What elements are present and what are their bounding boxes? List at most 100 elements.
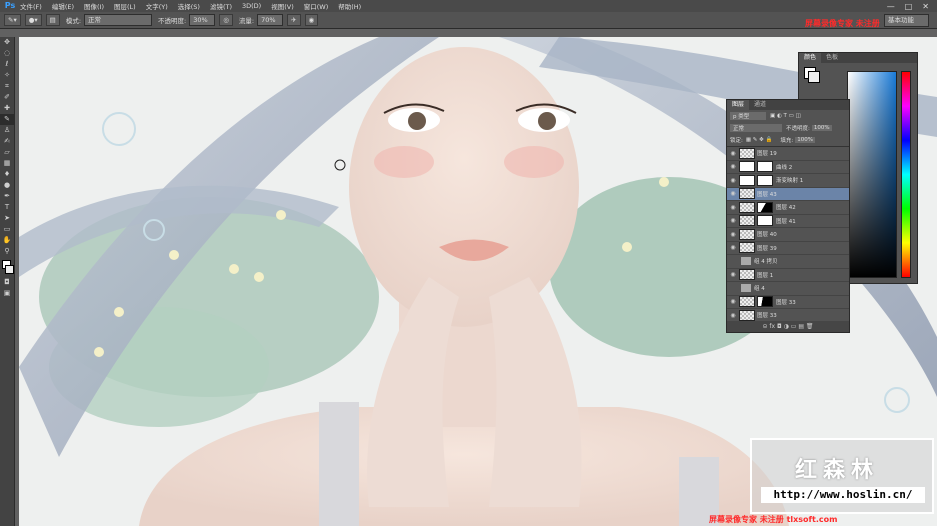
- layer-name: 组 4 拷贝: [754, 259, 778, 266]
- menu-window[interactable]: 窗口(W): [304, 1, 329, 11]
- layer-name: 曲线 2: [776, 164, 793, 171]
- brush-tool-icon[interactable]: ✎: [0, 114, 14, 125]
- stamp-tool-icon[interactable]: ♙: [0, 125, 14, 136]
- layer-row[interactable]: ◉ 图层 42: [727, 201, 849, 215]
- toolbox: ✥ ◌ ℓ ✧ ⌗ ✐ ✚ ✎ ♙ ✍ ▱ ▦ ♦ ● ✒ T ➤ ▭ ✋ ⚲ …: [0, 37, 15, 526]
- layer-name: 组 4: [754, 286, 765, 293]
- history-brush-tool-icon[interactable]: ✍: [0, 136, 14, 147]
- lock-icons[interactable]: ▦ ✎ ✥ 🔒: [746, 137, 773, 143]
- menu-select[interactable]: 选择(S): [178, 1, 200, 11]
- menu-filter[interactable]: 滤镜(T): [210, 1, 232, 11]
- crop-tool-icon[interactable]: ⌗: [0, 81, 14, 92]
- menu-view[interactable]: 视图(V): [271, 1, 294, 11]
- eraser-tool-icon[interactable]: ▱: [0, 147, 14, 158]
- heal-tool-icon[interactable]: ✚: [0, 103, 14, 114]
- layer-name: 图层 33: [757, 313, 777, 320]
- layer-row[interactable]: ◉ 图层 1: [727, 269, 849, 282]
- visibility-eye-icon[interactable]: ◉: [727, 244, 739, 251]
- flow-field[interactable]: 70%: [257, 14, 284, 26]
- close-button[interactable]: ✕: [922, 2, 929, 11]
- pressure-opacity-icon[interactable]: ◎: [219, 14, 233, 26]
- layer-row[interactable]: ◉ 图层 43: [727, 187, 849, 201]
- visibility-eye-icon[interactable]: ◉: [727, 231, 739, 238]
- layer-thumbnail: [739, 174, 755, 186]
- menu-image[interactable]: 图像(I): [84, 1, 104, 11]
- visibility-eye-icon[interactable]: ◉: [727, 217, 739, 224]
- tab-channels[interactable]: 通道: [749, 100, 771, 110]
- layer-row[interactable]: 组 4 拷贝: [727, 255, 849, 269]
- visibility-eye-icon[interactable]: ◉: [727, 204, 739, 211]
- dodge-tool-icon[interactable]: ●: [0, 180, 14, 191]
- tab-color[interactable]: 颜色: [799, 53, 822, 63]
- visibility-eye-icon[interactable]: ◉: [727, 312, 739, 319]
- kind-filter-dropdown[interactable]: p 类型: [730, 112, 766, 120]
- hand-tool-icon[interactable]: ✋: [0, 235, 14, 246]
- fill-field[interactable]: 100%: [795, 137, 815, 143]
- brush-preset-icon[interactable]: ✎▾: [4, 14, 21, 26]
- layer-row[interactable]: ◉ 渐变映射 1: [727, 174, 849, 188]
- quick-mask-icon[interactable]: ◘: [0, 277, 14, 288]
- visibility-eye-icon[interactable]: ◉: [727, 298, 739, 305]
- maximize-button[interactable]: □: [905, 2, 913, 11]
- lasso-tool-icon[interactable]: ℓ: [0, 59, 14, 70]
- layer-thumbnail: [739, 309, 755, 321]
- quick-select-tool-icon[interactable]: ✧: [0, 70, 14, 81]
- layer-name: 图层 39: [757, 245, 777, 252]
- color-swatches-icon[interactable]: [0, 257, 14, 277]
- zoom-tool-icon[interactable]: ⚲: [0, 246, 14, 257]
- menu-type[interactable]: 文字(Y): [146, 1, 168, 11]
- workspace-dropdown[interactable]: 基本功能: [884, 14, 929, 27]
- blend-mode-dropdown[interactable]: 正常: [730, 124, 782, 132]
- visibility-eye-icon[interactable]: ◉: [727, 177, 739, 184]
- visibility-eye-icon[interactable]: ◉: [727, 190, 739, 197]
- layer-name: 图层 19: [757, 151, 777, 158]
- layer-row[interactable]: ◉ 图层 40: [727, 228, 849, 242]
- path-select-tool-icon[interactable]: ➤: [0, 213, 14, 224]
- layer-mask-thumbnail[interactable]: [757, 201, 773, 213]
- layer-list: ◉ 图层 19 ◉ 曲线 2 ◉ 渐变映射 1 ◉ 图层 43 ◉ 图层 42 ◉ 图层 41 ◉ 图层 …: [727, 147, 849, 323]
- move-tool-icon[interactable]: ✥: [0, 37, 14, 48]
- pressure-size-icon[interactable]: ◉: [304, 14, 319, 26]
- layer-row[interactable]: ◉ 图层 41: [727, 215, 849, 228]
- flow-label: 流量:: [238, 17, 255, 25]
- visibility-eye-icon[interactable]: ◉: [727, 163, 739, 170]
- visibility-eye-icon[interactable]: ◉: [727, 271, 739, 278]
- minimize-button[interactable]: —: [887, 2, 895, 11]
- gradient-tool-icon[interactable]: ▦: [0, 158, 14, 169]
- layers-footer-icons[interactable]: ⊝ fx ◘ ◑ ▭ ▤ 🗑: [727, 321, 849, 332]
- layer-opacity-field[interactable]: 100%: [811, 125, 832, 131]
- airbrush-icon[interactable]: ✈: [287, 14, 301, 26]
- menu-help[interactable]: 帮助(H): [338, 1, 361, 11]
- layer-mask-thumbnail[interactable]: [757, 174, 773, 186]
- brush-size-icon[interactable]: ●▾: [24, 14, 42, 26]
- mode-dropdown[interactable]: 正常: [84, 14, 153, 26]
- brush-panel-icon[interactable]: ▤: [45, 14, 60, 26]
- color-field[interactable]: [847, 71, 897, 278]
- layer-mask-thumbnail[interactable]: [757, 215, 773, 227]
- screen-mode-icon[interactable]: ▣: [0, 288, 14, 299]
- tab-swatches[interactable]: 色板: [821, 53, 843, 63]
- hue-slider[interactable]: [901, 71, 911, 278]
- menu-edit[interactable]: 编辑(E): [52, 1, 74, 11]
- opacity-field[interactable]: 30%: [189, 14, 216, 26]
- layer-row[interactable]: ◉ 图层 33: [727, 296, 849, 309]
- shape-tool-icon[interactable]: ▭: [0, 224, 14, 235]
- eyedropper-tool-icon[interactable]: ✐: [0, 92, 14, 103]
- marquee-tool-icon[interactable]: ◌: [0, 48, 14, 59]
- layer-mask-thumbnail[interactable]: [757, 296, 773, 308]
- menu-3d[interactable]: 3D(D): [242, 2, 261, 10]
- menu-layer[interactable]: 图层(L): [114, 1, 136, 11]
- filter-icons[interactable]: ▣ ◐ T ▭ ◫: [770, 113, 801, 119]
- layer-mask-thumbnail[interactable]: [757, 161, 773, 173]
- blur-tool-icon[interactable]: ♦: [0, 169, 14, 180]
- background-color-swatch[interactable]: [808, 71, 820, 83]
- type-tool-icon[interactable]: T: [0, 202, 14, 213]
- layer-row[interactable]: ◉ 图层 39: [727, 242, 849, 255]
- tab-layers[interactable]: 图层: [727, 100, 750, 110]
- layer-row[interactable]: 组 4: [727, 282, 849, 296]
- layer-row[interactable]: ◉ 图层 19: [727, 147, 849, 161]
- pen-tool-icon[interactable]: ✒: [0, 191, 14, 202]
- visibility-eye-icon[interactable]: ◉: [727, 150, 739, 157]
- layer-row[interactable]: ◉ 曲线 2: [727, 161, 849, 174]
- menu-file[interactable]: 文件(F): [20, 1, 42, 11]
